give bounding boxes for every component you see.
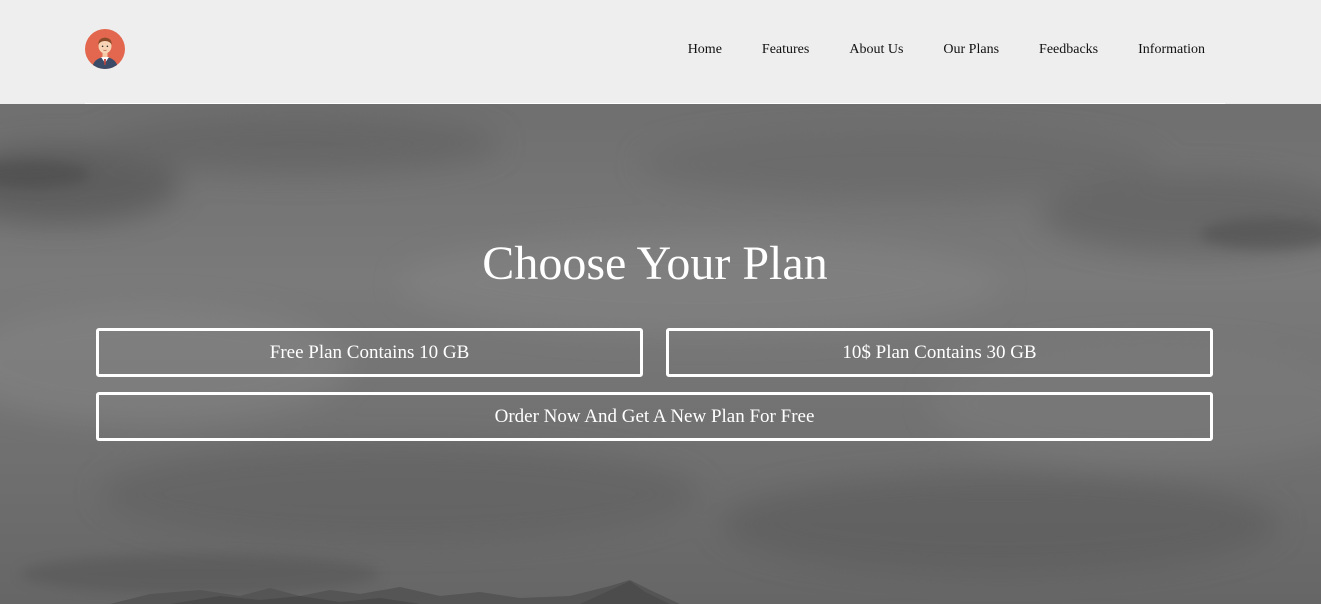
free-plan-button[interactable]: Free Plan Contains 10 GB (96, 328, 643, 377)
main-nav: Home Features About Us Our Plans Feedbac… (688, 41, 1205, 59)
site-header: Home Features About Us Our Plans Feedbac… (0, 0, 1321, 104)
nav-features[interactable]: Features (762, 41, 809, 59)
nav-information[interactable]: Information (1138, 41, 1205, 59)
order-now-button[interactable]: Order Now And Get A New Plan For Free (96, 392, 1213, 441)
page-title: Choose Your Plan (482, 237, 828, 290)
user-avatar-icon[interactable] (85, 29, 125, 69)
nav-our-plans[interactable]: Our Plans (943, 41, 999, 59)
nav-feedbacks[interactable]: Feedbacks (1039, 41, 1098, 59)
nav-home[interactable]: Home (688, 41, 722, 59)
hero-section: Choose Your Plan Free Plan Contains 10 G… (0, 104, 1321, 604)
paid-plan-button[interactable]: 10$ Plan Contains 30 GB (666, 328, 1213, 377)
nav-about-us[interactable]: About Us (849, 41, 903, 59)
